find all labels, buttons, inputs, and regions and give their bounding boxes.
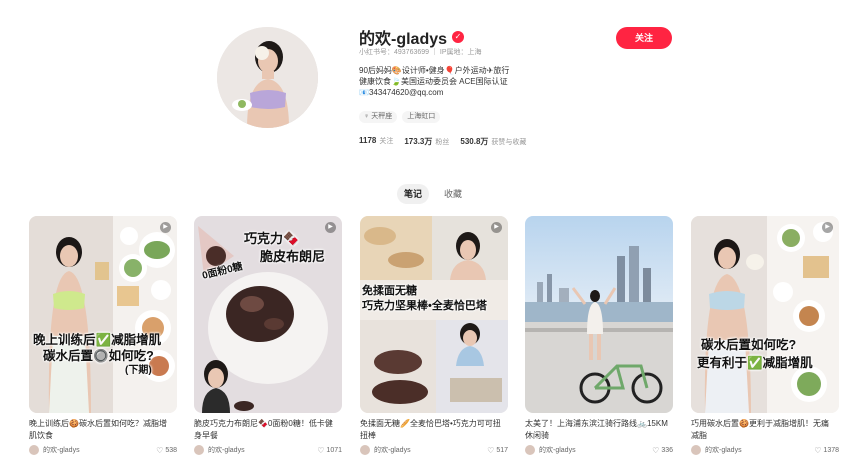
cover-text: 晚上训练后✅减脂增肌 [33, 333, 162, 347]
profile-tags: ♀ 天秤座 上海虹口 [359, 111, 441, 123]
video-icon: ▶ [491, 222, 502, 233]
note-title[interactable]: 免揉面无糖🥖全麦恰巴塔•巧克力可可扭扭棒 [360, 418, 508, 442]
like-count: 1378 [823, 446, 839, 454]
note-meta: 的欢-gladys ♡ 1071 [194, 445, 342, 455]
heart-icon: ♡ [814, 445, 822, 455]
cover-text: 巧克力🍫 [244, 231, 300, 246]
author-avatar[interactable] [360, 445, 370, 455]
heart-icon: ♡ [487, 445, 495, 455]
tab-notes[interactable]: 笔记 [397, 184, 430, 204]
author-avatar[interactable] [29, 445, 39, 455]
follow-button[interactable]: 关注 [616, 27, 672, 49]
note-title[interactable]: 太美了！上海浦东滨江骑行路线🚲15KM休闲骑 [525, 418, 673, 442]
tag-location: 上海虹口 [402, 111, 441, 123]
heart-icon: ♡ [317, 445, 325, 455]
author-avatar[interactable] [194, 445, 204, 455]
note-cover[interactable]: ▶ 碳水后置如何吃? 更有利于✅减脂增肌 [691, 216, 839, 413]
profile-name: 的欢-gladys [359, 31, 448, 48]
profile-name-row: 的欢-gladys ✓ [359, 25, 465, 49]
video-icon: ▶ [822, 222, 833, 233]
tab-collections[interactable]: 收藏 [437, 184, 469, 204]
note-meta: 的欢-gladys ♡ 538 [29, 445, 177, 455]
like-button[interactable]: ♡ 336 [652, 446, 673, 455]
note-author[interactable]: 的欢-gladys [208, 445, 317, 455]
note-title[interactable]: 巧用碳水后置🍪更利于减脂增肌！无痛减脂 [691, 418, 839, 442]
author-avatar[interactable] [691, 445, 701, 455]
cover-text: 巧克力坚果棒•全麦恰巴塔 [362, 300, 487, 312]
note-meta: 的欢-gladys ♡ 336 [525, 445, 673, 455]
like-count: 538 [165, 446, 177, 454]
bio-line: 健康饮食🍃美国运动委员会 ACE国际认证 [359, 77, 508, 86]
heart-icon: ♡ [156, 445, 164, 455]
profile-stats: 1178 关注 173.3万 粉丝 530.8万 获赞与收藏 [359, 136, 526, 147]
profile-bio: 90后妈妈🎨设计师•健身🎈户外运动✈旅行 健康饮食🍃美国运动委员会 ACE国际认… [359, 65, 509, 98]
like-count: 517 [496, 446, 508, 454]
author-avatar[interactable] [525, 445, 535, 455]
video-icon: ▶ [160, 222, 171, 233]
note-cover[interactable]: ▶ 免揉面无糖 巧克力坚果棒•全麦恰巴塔 [360, 216, 508, 413]
verified-icon: ✓ [452, 31, 465, 43]
note-author[interactable]: 的欢-gladys [539, 445, 652, 455]
like-button[interactable]: ♡ 517 [487, 446, 508, 455]
heart-icon: ♡ [652, 445, 660, 455]
cover-text: 脆皮布朗尼 [260, 249, 326, 264]
like-button[interactable]: ♡ 538 [156, 446, 177, 455]
profile-tabs: 笔记 收藏 [397, 184, 469, 204]
note-cover[interactable]: ▶ 晚上训练后✅减脂增肌 碳水后置🔘如何吃? (下期) [29, 216, 177, 413]
cover-text: 碳水后置如何吃? [701, 338, 797, 352]
cover-text: 碳水后置🔘如何吃? [43, 349, 154, 363]
like-count: 336 [661, 446, 673, 454]
note-meta: 的欢-gladys ♡ 1378 [691, 445, 839, 455]
like-button[interactable]: ♡ 1378 [814, 446, 839, 455]
note-author[interactable]: 的欢-gladys [43, 445, 156, 455]
note-card[interactable]: ▶ 晚上训练后✅减脂增肌 碳水后置🔘如何吃? (下期) 晚上训练后🍪碳水后置如何… [29, 216, 177, 455]
stat-followers[interactable]: 173.3万 粉丝 [404, 136, 449, 147]
note-cover[interactable] [525, 216, 673, 413]
bio-line: 90后妈妈🎨设计师•健身🎈户外运动✈旅行 [359, 66, 510, 75]
tag-zodiac: ♀ 天秤座 [359, 111, 398, 123]
like-count: 1071 [326, 446, 342, 454]
note-card[interactable]: ▶ 免揉面无糖 巧克力坚果棒•全麦恰巴塔 免揉面无糖🥖全麦恰巴塔•巧克力可可扭扭… [360, 216, 508, 455]
bio-line: 📧343474620@qq.com [359, 88, 444, 97]
cover-text: 免揉面无糖 [362, 285, 417, 297]
profile-meta: 小红书号：493763699 ｜ IP属地：上海 [359, 49, 482, 56]
note-card[interactable]: ▶ 碳水后置如何吃? 更有利于✅减脂增肌 巧用碳水后置🍪更利于减脂增肌！无痛减脂… [691, 216, 839, 455]
note-cover[interactable]: ▶ 巧克力🍫 脆皮布朗尼 0面粉0糖 [194, 216, 342, 413]
note-card[interactable]: 太美了！上海浦东滨江骑行路线🚲15KM休闲骑 的欢-gladys ♡ 336 [525, 216, 673, 455]
cover-text: (下期) [125, 365, 152, 376]
stat-likes-collects[interactable]: 530.8万 获赞与收藏 [460, 136, 526, 147]
profile-avatar[interactable] [217, 27, 318, 128]
video-icon: ▶ [325, 222, 336, 233]
note-meta: 的欢-gladys ♡ 517 [360, 445, 508, 455]
note-title[interactable]: 脆皮巧克力布朗尼🍫0面粉0糖！低卡健身早餐 [194, 418, 342, 442]
note-card[interactable]: ▶ 巧克力🍫 脆皮布朗尼 0面粉0糖 脆皮巧克力布朗尼🍫0面粉0糖！低卡健身早餐… [194, 216, 342, 455]
cover-text: 更有利于✅减脂增肌 [697, 356, 813, 370]
note-title[interactable]: 晚上训练后🍪碳水后置如何吃？减脂增肌饮食 [29, 418, 177, 442]
stat-following[interactable]: 1178 关注 [359, 136, 393, 147]
like-button[interactable]: ♡ 1071 [317, 446, 342, 455]
note-author[interactable]: 的欢-gladys [374, 445, 487, 455]
note-author[interactable]: 的欢-gladys [705, 445, 814, 455]
